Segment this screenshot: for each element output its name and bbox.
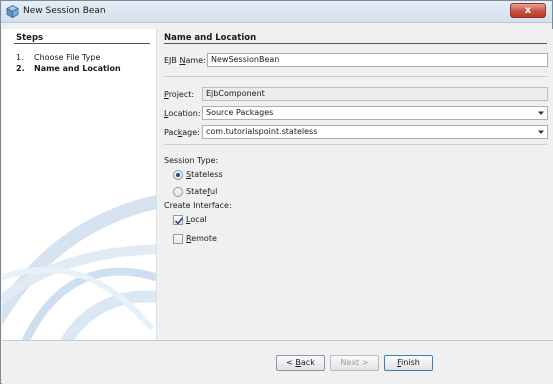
label-part: ame: bbox=[185, 56, 206, 65]
finish-button[interactable]: Finish bbox=[384, 355, 433, 371]
label-part: ack bbox=[300, 358, 315, 367]
step-name-and-location: 2. Name and Location bbox=[16, 64, 121, 73]
label-part: emote bbox=[191, 234, 217, 243]
package-label: Package: bbox=[164, 128, 200, 137]
steps-divider bbox=[14, 43, 150, 44]
chevron-down-icon[interactable] bbox=[536, 108, 546, 118]
package-combobox[interactable]: com.tutorialspoint.stateless bbox=[202, 125, 548, 139]
section-divider bbox=[164, 43, 547, 44]
location-value: Source Packages bbox=[206, 108, 274, 117]
remote-option-label[interactable]: Remote bbox=[186, 234, 217, 243]
step-label: Name and Location bbox=[34, 64, 121, 73]
step-label: Choose File Type bbox=[34, 53, 101, 62]
project-field: EjbComponent bbox=[202, 87, 548, 101]
close-button[interactable]: x bbox=[510, 3, 546, 18]
label-part: tateless bbox=[191, 170, 223, 179]
stateless-radio[interactable] bbox=[173, 170, 183, 180]
title-bar[interactable]: New Session Bean x bbox=[1, 1, 552, 23]
package-value: com.tutorialspoint.stateless bbox=[206, 127, 318, 136]
label-part: ocation: bbox=[168, 109, 201, 118]
button-bar: < Back Next > Finish bbox=[2, 340, 553, 384]
local-checkbox[interactable] bbox=[173, 215, 184, 225]
stateless-option-label[interactable]: Stateless bbox=[186, 170, 223, 179]
close-icon: x bbox=[524, 5, 532, 16]
step-choose-file-type: 1. Choose File Type bbox=[16, 53, 100, 62]
label-part: ul bbox=[210, 187, 218, 196]
steps-title: Steps bbox=[16, 33, 44, 43]
steps-panel: Steps 1. Choose File Type 2. Name and Loca… bbox=[2, 29, 156, 340]
netbeans-cube-icon bbox=[6, 5, 19, 18]
label-part: inish bbox=[401, 358, 420, 367]
session-type-label: Session Type: bbox=[164, 156, 219, 165]
back-button[interactable]: < Back bbox=[276, 355, 325, 371]
create-interface-label: Create Interface: bbox=[164, 201, 232, 210]
label-part: roject: bbox=[168, 90, 195, 99]
chevron-down-icon[interactable] bbox=[536, 127, 546, 137]
checkmark-icon bbox=[175, 217, 184, 225]
stateful-radio[interactable] bbox=[173, 187, 183, 197]
label-part: ocal bbox=[190, 215, 207, 224]
dialog-window: New Session Bean x Steps 1. Choose File T… bbox=[0, 0, 553, 384]
local-option-label[interactable]: Local bbox=[186, 215, 207, 224]
decorative-swirl-graphic bbox=[2, 195, 156, 340]
label-part: EJB bbox=[164, 56, 180, 65]
location-combobox[interactable]: Source Packages bbox=[202, 106, 548, 120]
location-label: Location: bbox=[164, 109, 201, 118]
stateful-option-label[interactable]: Stateful bbox=[186, 187, 217, 196]
step-number: 2. bbox=[16, 64, 25, 73]
remote-checkbox[interactable] bbox=[173, 234, 183, 244]
content-panel: Name and Location EJB Name: NewSessionBe… bbox=[156, 29, 553, 340]
separator bbox=[164, 76, 547, 77]
section-title: Name and Location bbox=[164, 33, 257, 43]
label-part: State bbox=[186, 187, 208, 196]
separator bbox=[164, 144, 547, 145]
project-label: Project: bbox=[164, 90, 194, 99]
ejb-name-label: EJB Name: bbox=[164, 56, 206, 65]
next-button[interactable]: Next > bbox=[330, 355, 379, 371]
step-number: 1. bbox=[16, 53, 24, 62]
label-part: age: bbox=[182, 128, 200, 137]
window-title: New Session Bean bbox=[23, 6, 106, 16]
label-part: Pac bbox=[164, 128, 178, 137]
ejb-name-input[interactable]: NewSessionBean bbox=[207, 53, 548, 67]
